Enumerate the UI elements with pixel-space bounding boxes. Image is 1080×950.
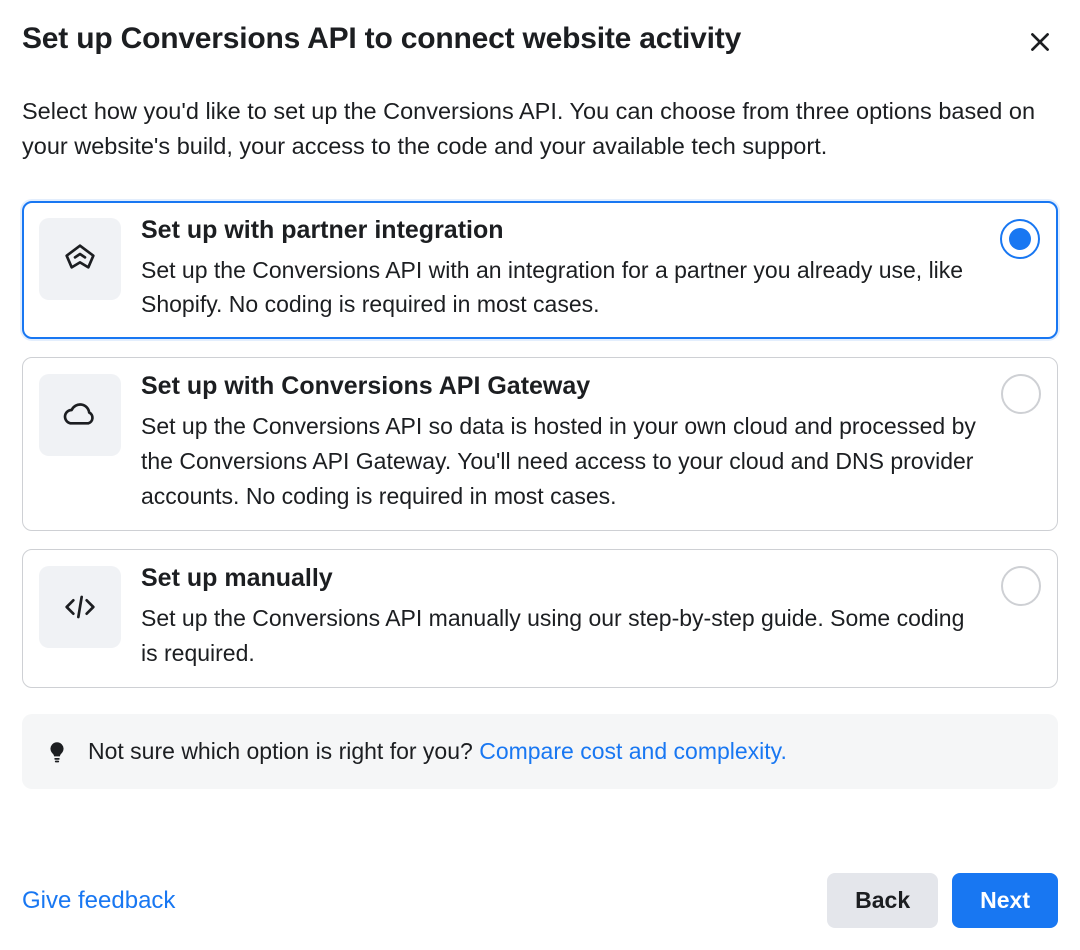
code-icon [60,587,100,627]
option-icon-box [39,566,121,648]
option-title: Set up with partner integration [141,216,985,245]
option-icon-box [39,218,121,300]
option-desc: Set up the Conversions API so data is ho… [141,409,985,514]
close-icon [1027,29,1053,55]
back-button[interactable]: Back [827,873,938,928]
option-title: Set up manually [141,564,985,593]
close-button[interactable] [1022,24,1058,60]
option-icon-box [39,374,121,456]
next-button[interactable]: Next [952,873,1058,928]
radio-button[interactable] [1001,566,1041,606]
option-title: Set up with Conversions API Gateway [141,372,985,401]
hint-text: Not sure which option is right for you? [88,738,479,764]
option-manual[interactable]: Set up manually Set up the Conversions A… [22,549,1058,688]
handshake-icon [60,239,100,279]
compare-link[interactable]: Compare cost and complexity. [479,738,787,764]
option-partner-integration[interactable]: Set up with partner integration Set up t… [22,201,1058,340]
option-desc: Set up the Conversions API with an integ… [141,253,985,323]
cloud-icon [60,395,100,435]
options-group: Set up with partner integration Set up t… [22,201,1058,689]
radio-button[interactable] [1000,219,1040,259]
hint-bar: Not sure which option is right for you? … [22,714,1058,789]
page-subtitle: Select how you'd like to set up the Conv… [22,94,1058,165]
option-desc: Set up the Conversions API manually usin… [141,601,985,671]
page-title: Set up Conversions API to connect websit… [22,22,741,56]
option-api-gateway[interactable]: Set up with Conversions API Gateway Set … [22,357,1058,531]
lightbulb-icon [44,739,70,765]
give-feedback-link[interactable]: Give feedback [22,887,175,915]
